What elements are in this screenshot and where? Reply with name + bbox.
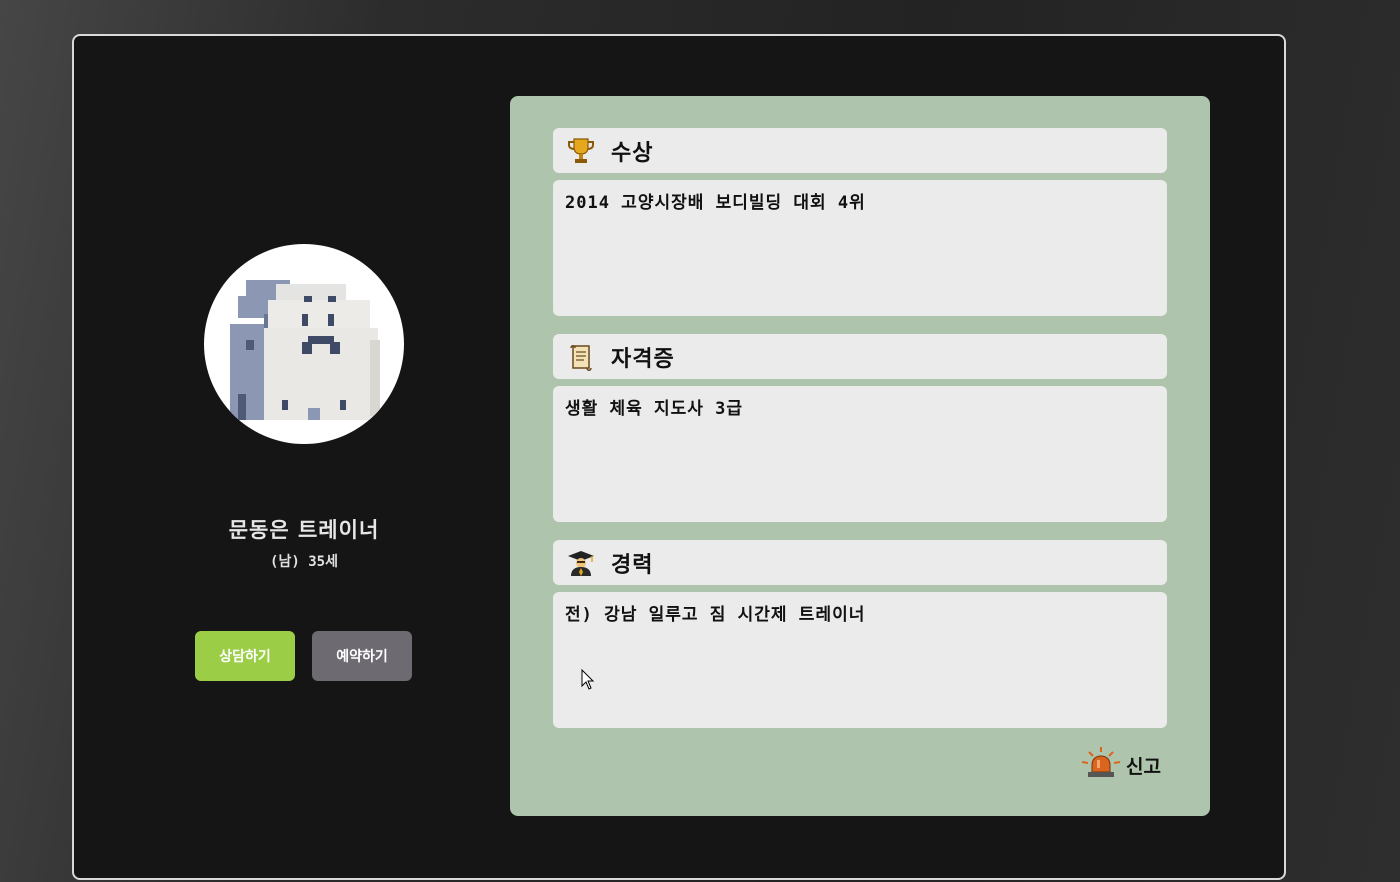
mouse-cursor-icon: [581, 669, 595, 690]
consult-button[interactable]: 상담하기: [195, 631, 295, 681]
trophy-icon: [565, 135, 597, 167]
certificates-title: 자격증: [611, 346, 675, 372]
report-button[interactable]: 신고: [1080, 746, 1161, 784]
career-content-box: 전) 강남 일루고 짐 시간제 트레이너: [553, 592, 1167, 728]
certificates-content: 생활 체육 지도사 3급: [565, 399, 744, 419]
reserve-button[interactable]: 예약하기: [312, 631, 412, 681]
ghost-avatar-image: [230, 280, 380, 420]
certificates-content-box: 생활 체육 지도사 3급: [553, 386, 1167, 522]
siren-icon: [1080, 746, 1122, 784]
career-title: 경력: [611, 552, 654, 578]
avatar: [204, 244, 404, 444]
report-label: 신고: [1126, 755, 1161, 778]
profile-column: 문동은 트레이너 (남) 35세 상담하기 예약하기: [184, 234, 424, 694]
graduate-icon: [565, 547, 597, 579]
trainer-gender-age: (남) 35세: [270, 554, 338, 570]
awards-content-box: 2014 고양시장배 보디빌딩 대회 4위: [553, 180, 1167, 316]
career-header: 경력: [553, 540, 1167, 585]
certificates-header: 자격증: [553, 334, 1167, 379]
awards-header: 수상: [553, 128, 1167, 173]
awards-title: 수상: [611, 140, 654, 166]
scroll-icon: [565, 341, 597, 373]
trainer-details-panel: 수상 2014 고양시장배 보디빌딩 대회 4위 자격증 생활 체육 지도사 3…: [510, 96, 1210, 816]
trainer-name: 문동은 트레이너: [228, 518, 380, 542]
awards-content: 2014 고양시장배 보디빌딩 대회 4위: [565, 193, 866, 213]
career-content: 전) 강남 일루고 짐 시간제 트레이너: [565, 605, 866, 625]
trainer-profile-modal: 문동은 트레이너 (남) 35세 상담하기 예약하기 수상 2014 고양시장배…: [72, 34, 1286, 880]
